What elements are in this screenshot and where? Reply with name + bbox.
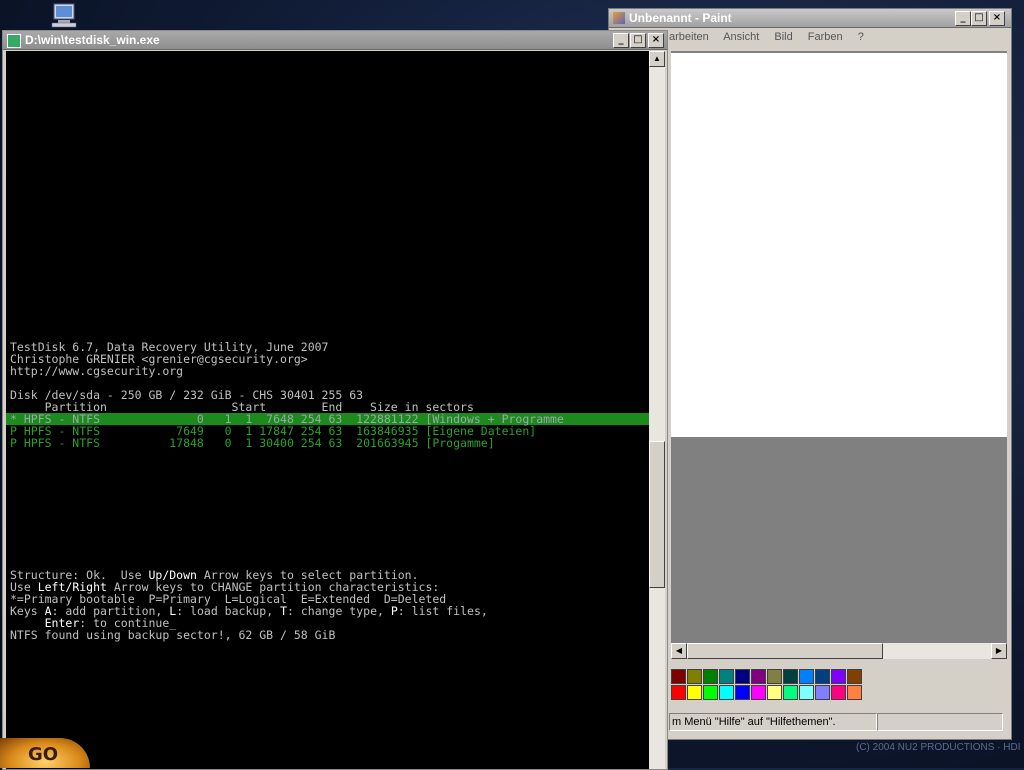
color-swatch[interactable]: [847, 669, 862, 684]
scroll-up-icon[interactable]: ▲: [649, 51, 665, 67]
color-swatch[interactable]: [687, 685, 702, 700]
color-swatch[interactable]: [847, 685, 862, 700]
paint-close-button[interactable]: ×: [989, 11, 1005, 26]
console-output[interactable]: TestDisk 6.7, Data Recovery Utility, Jun…: [6, 51, 649, 769]
console-title-bar[interactable]: D:\win\testdisk_win.exe _ □ ×: [3, 31, 667, 50]
testdisk-console-window[interactable]: D:\win\testdisk_win.exe _ □ × TestDisk 6…: [2, 30, 668, 770]
status-help-text: m Menü "Hilfe" auf "Hilfethemen".: [669, 713, 877, 731]
console-scrollbar[interactable]: ▲: [649, 51, 665, 769]
console-title: D:\win\testdisk_win.exe: [25, 33, 160, 47]
horizontal-scrollbar[interactable]: ◀ ▶: [671, 643, 1007, 659]
scroll-thumb[interactable]: [649, 441, 665, 588]
paint-canvas[interactable]: [671, 53, 1007, 437]
computer-icon[interactable]: [48, 2, 80, 28]
color-swatch[interactable]: [783, 669, 798, 684]
color-swatch[interactable]: [671, 669, 686, 684]
color-swatch[interactable]: [687, 669, 702, 684]
color-swatch[interactable]: [703, 669, 718, 684]
go-button[interactable]: GO: [0, 738, 90, 768]
color-swatch[interactable]: [735, 685, 750, 700]
color-swatch[interactable]: [767, 685, 782, 700]
color-swatch[interactable]: [703, 685, 718, 700]
paint-maximize-button[interactable]: □: [971, 11, 987, 26]
color-swatch[interactable]: [815, 669, 830, 684]
scroll-right-icon[interactable]: ▶: [991, 643, 1007, 659]
paint-status-bar: m Menü "Hilfe" auf "Hilfethemen".: [669, 713, 1007, 731]
scroll-left-icon[interactable]: ◀: [671, 643, 687, 659]
color-swatch[interactable]: [799, 669, 814, 684]
menu-help[interactable]: ?: [858, 31, 864, 43]
canvas-area: [671, 51, 1007, 649]
term-line-url: http://www.cgsecurity.org: [10, 364, 184, 378]
go-label: GO: [28, 744, 59, 765]
paint-minimize-button[interactable]: _: [955, 11, 971, 26]
copyright-text: (C) 2004 NU2 PRODUCTIONS · HDI: [856, 742, 1021, 753]
menu-farben[interactable]: Farben: [808, 31, 843, 43]
color-swatch[interactable]: [719, 685, 734, 700]
color-swatch[interactable]: [815, 685, 830, 700]
paint-app-icon: [613, 12, 625, 24]
color-swatch[interactable]: [783, 685, 798, 700]
color-swatch[interactable]: [719, 669, 734, 684]
color-swatch[interactable]: [751, 669, 766, 684]
partition-row[interactable]: P HPFS - NTFS 17848 0 1 30400 254 63 201…: [10, 437, 495, 449]
console-close-button[interactable]: ×: [648, 33, 664, 48]
color-swatch[interactable]: [751, 685, 766, 700]
color-swatch[interactable]: [735, 669, 750, 684]
console-minimize-button[interactable]: _: [613, 33, 629, 48]
color-swatch[interactable]: [767, 669, 782, 684]
console-app-icon: [7, 34, 21, 48]
color-swatch[interactable]: [799, 685, 814, 700]
paint-window[interactable]: Unbenannt - Paint _ □ × arbeiten Ansicht…: [608, 8, 1012, 740]
paint-title: Unbenannt - Paint: [629, 11, 732, 25]
console-restore-button[interactable]: □: [630, 33, 646, 48]
paint-menu-bar: arbeiten Ansicht Bild Farben ?: [669, 31, 876, 43]
paint-title-bar[interactable]: Unbenannt - Paint _ □ ×: [609, 9, 1011, 28]
scroll-thumb[interactable]: [687, 643, 883, 659]
color-swatch[interactable]: [831, 669, 846, 684]
term-line-ntfs-found: NTFS found using backup sector!, 62 GB /…: [10, 628, 336, 642]
color-swatch[interactable]: [831, 685, 846, 700]
status-coords: [877, 713, 1003, 731]
menu-bild[interactable]: Bild: [774, 31, 792, 43]
menu-ansicht[interactable]: Ansicht: [723, 31, 759, 43]
menu-bearbeiten[interactable]: arbeiten: [669, 31, 709, 43]
color-swatch[interactable]: [671, 685, 686, 700]
